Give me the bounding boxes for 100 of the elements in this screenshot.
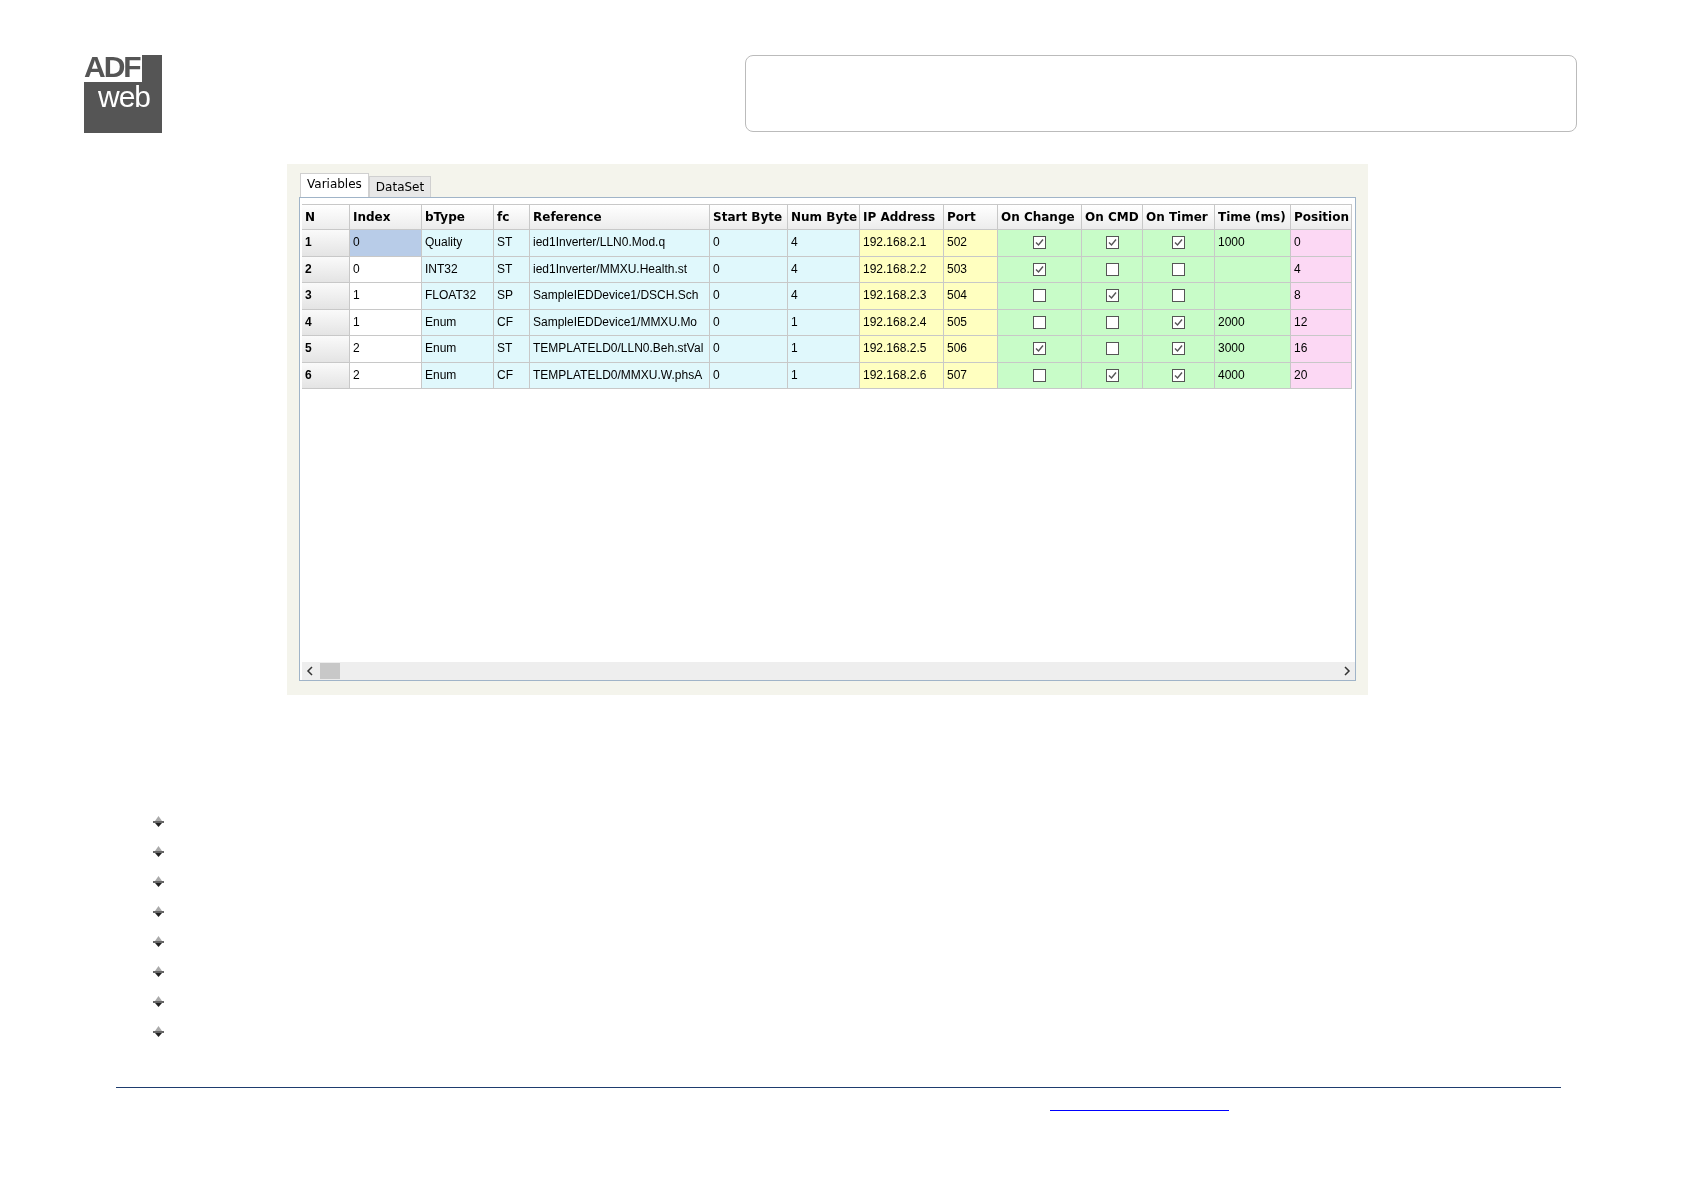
table-cell: 4	[788, 230, 860, 257]
checkbox[interactable]	[1033, 315, 1046, 329]
table-cell: 0	[710, 256, 788, 283]
table-cell: ied1Inverter/LLN0.Mod.q	[530, 230, 710, 257]
table-cell: 0	[710, 230, 788, 257]
column-header[interactable]: fc	[494, 204, 530, 230]
row-header: 1	[302, 230, 350, 257]
table-cell: 2	[350, 362, 422, 389]
table-cell: SP	[494, 283, 530, 310]
checkbox[interactable]	[1172, 368, 1185, 382]
checkbox[interactable]	[1172, 289, 1185, 303]
checkbox[interactable]	[1033, 289, 1046, 303]
chevron-right-icon[interactable]	[1343, 666, 1351, 676]
column-header[interactable]: Reference	[530, 204, 710, 230]
bullet-icon	[152, 845, 165, 858]
table-cell: 16	[1291, 336, 1352, 363]
table-cell: Enum	[422, 309, 494, 336]
bullet-icon	[152, 815, 165, 828]
row-header: 4	[302, 309, 350, 336]
checkbox[interactable]	[1105, 262, 1119, 276]
tab[interactable]: Variables	[300, 173, 369, 197]
checkbox[interactable]	[1033, 342, 1046, 356]
column-header[interactable]: Index	[350, 204, 422, 230]
row-header: 5	[302, 336, 350, 363]
column-header[interactable]: On Timer	[1143, 204, 1215, 230]
column-header[interactable]: N	[302, 204, 350, 230]
checkbox[interactable]	[1105, 289, 1119, 303]
row-header: 3	[302, 283, 350, 310]
bullet-icon	[152, 935, 165, 948]
checkmark-icon	[1173, 237, 1184, 249]
scrollbar-thumb[interactable]	[320, 663, 340, 679]
checkmark-icon	[1034, 343, 1045, 355]
checkbox[interactable]	[1172, 342, 1185, 356]
table-cell: 8	[1291, 283, 1352, 310]
column-header[interactable]: bType	[422, 204, 494, 230]
table-cell: 0	[710, 283, 788, 310]
table-cell: 0	[710, 362, 788, 389]
table-cell: 0	[710, 336, 788, 363]
table-cell: 12	[1291, 309, 1352, 336]
column-header[interactable]: Start Byte	[710, 204, 788, 230]
checkbox[interactable]	[1033, 262, 1046, 276]
table-cell: CF	[494, 362, 530, 389]
table-cell: 1	[350, 309, 422, 336]
checkbox[interactable]	[1105, 368, 1119, 382]
checkmark-icon	[1106, 290, 1118, 302]
table-cell: Quality	[422, 230, 494, 257]
table-cell: 502	[944, 230, 998, 257]
checkbox[interactable]	[1033, 236, 1046, 250]
column-header[interactable]: IP Address	[860, 204, 944, 230]
table-cell: 0	[350, 230, 422, 257]
column-header[interactable]: On CMD	[1082, 204, 1143, 230]
checkbox[interactable]	[1172, 315, 1185, 329]
table-cell: 192.168.2.6	[860, 362, 944, 389]
column-header[interactable]: On Change	[998, 204, 1082, 230]
table-cell: 507	[944, 362, 998, 389]
table-cell: ST	[494, 230, 530, 257]
table-cell: 1	[788, 309, 860, 336]
table-cell: 0	[710, 309, 788, 336]
table-cell: 0	[1291, 230, 1352, 257]
table-cell: 4	[1291, 256, 1352, 283]
table-cell: 0	[350, 256, 422, 283]
table-cell: 3000	[1215, 336, 1291, 363]
horizontal-scrollbar[interactable]	[302, 662, 1355, 680]
table-cell: 1	[788, 336, 860, 363]
table-cell: 192.168.2.3	[860, 283, 944, 310]
checkmark-icon	[1173, 316, 1184, 328]
checkmark-icon	[1034, 237, 1045, 249]
table-cell: 192.168.2.1	[860, 230, 944, 257]
checkmark-icon	[1034, 263, 1045, 275]
table-cell: 2	[350, 336, 422, 363]
column-header[interactable]: Time (ms)	[1215, 204, 1291, 230]
column-header[interactable]: Num Byte	[788, 204, 860, 230]
logo-text: web	[98, 82, 152, 112]
table-cell: 503	[944, 256, 998, 283]
chevron-left-icon[interactable]	[306, 666, 314, 676]
checkbox[interactable]	[1105, 236, 1119, 250]
table-cell: Enum	[422, 362, 494, 389]
checkbox[interactable]	[1033, 368, 1046, 382]
bullet-icon	[152, 1025, 165, 1038]
checkbox[interactable]	[1172, 262, 1185, 276]
tab[interactable]: DataSet	[368, 176, 432, 197]
table-cell: 192.168.2.4	[860, 309, 944, 336]
table-cell: 4	[788, 256, 860, 283]
row-header: 6	[302, 362, 350, 389]
checkmark-icon	[1173, 343, 1184, 355]
row-header: 2	[302, 256, 350, 283]
checkbox[interactable]	[1105, 315, 1119, 329]
table-cell: 4000	[1215, 362, 1291, 389]
table-cell: FLOAT32	[422, 283, 494, 310]
column-header[interactable]: Position	[1291, 204, 1352, 230]
table-cell: 2000	[1215, 309, 1291, 336]
table-cell: 506	[944, 336, 998, 363]
table-cell: ST	[494, 256, 530, 283]
table-cell: 192.168.2.2	[860, 256, 944, 283]
table-cell: SampleIEDDevice1/MMXU.Mo	[530, 309, 710, 336]
table-cell: Enum	[422, 336, 494, 363]
column-header[interactable]: Port	[944, 204, 998, 230]
checkbox[interactable]	[1172, 236, 1185, 250]
checkbox[interactable]	[1105, 342, 1119, 356]
bullet-icon	[152, 905, 165, 918]
